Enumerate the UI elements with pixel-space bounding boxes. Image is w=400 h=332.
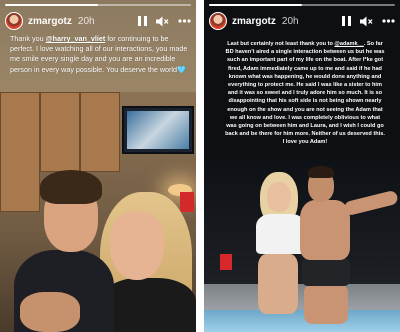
arm: [20, 292, 80, 332]
mute-icon[interactable]: [360, 16, 373, 27]
story-right[interactable]: zmargotz 20h Last but certainly not leas…: [204, 0, 400, 332]
man-torso: [300, 200, 350, 260]
wooden-cabinet: [80, 92, 120, 172]
story-progress-bar: [5, 4, 191, 6]
post-time: 20h: [77, 15, 95, 27]
story-caption: Last but certainly not least thank you t…: [224, 40, 386, 147]
story-photo: [204, 160, 400, 332]
story-controls: [138, 16, 191, 27]
mention-link[interactable]: @harry_van_vliet: [46, 34, 106, 43]
wooden-cabinet: [0, 92, 40, 212]
avatar[interactable]: [5, 12, 23, 30]
man-shorts: [302, 258, 350, 286]
mute-icon[interactable]: [156, 16, 169, 27]
red-cup: [220, 254, 232, 270]
pool-water: [204, 310, 400, 332]
television: [122, 106, 194, 154]
more-icon[interactable]: [382, 19, 395, 23]
caption-text: Thank you: [10, 34, 46, 43]
red-cup: [180, 192, 194, 212]
pause-icon[interactable]: [138, 16, 147, 26]
story-photo: [0, 92, 196, 332]
wooden-cabinet: [40, 92, 80, 172]
avatar[interactable]: [209, 12, 227, 30]
woman-face: [110, 212, 164, 280]
username[interactable]: zmargotz: [28, 16, 72, 27]
story-header: zmargotz 20h: [209, 11, 395, 31]
pause-icon[interactable]: [342, 16, 351, 26]
man-arm: [343, 189, 399, 217]
man-hair: [40, 170, 102, 204]
woman-face: [267, 182, 291, 212]
caption-text: . So far BD haven't aired a single inter…: [225, 41, 385, 146]
story-progress-fill: [209, 4, 302, 6]
username[interactable]: zmargotz: [232, 16, 276, 27]
story-caption: Thank you @harry_van_vliet for continuin…: [10, 34, 188, 75]
story-header: zmargotz 20h: [5, 11, 191, 31]
tv-screen: [127, 111, 189, 149]
caption-text: Last but certainly not least thank you t…: [227, 41, 335, 47]
story-progress-bar: [209, 4, 395, 6]
post-time: 20h: [281, 15, 299, 27]
woman-top: [256, 214, 306, 254]
man-hair: [308, 166, 334, 178]
woman-body: [100, 278, 196, 332]
man-legs: [304, 284, 348, 324]
more-icon[interactable]: [178, 19, 191, 23]
story-left[interactable]: zmargotz 20h Thank you @harry_van_vliet …: [0, 0, 196, 332]
mention-link[interactable]: @adamk__: [334, 41, 363, 47]
story-controls: [342, 16, 395, 27]
woman-legs: [258, 254, 298, 314]
story-progress-fill: [5, 4, 98, 6]
